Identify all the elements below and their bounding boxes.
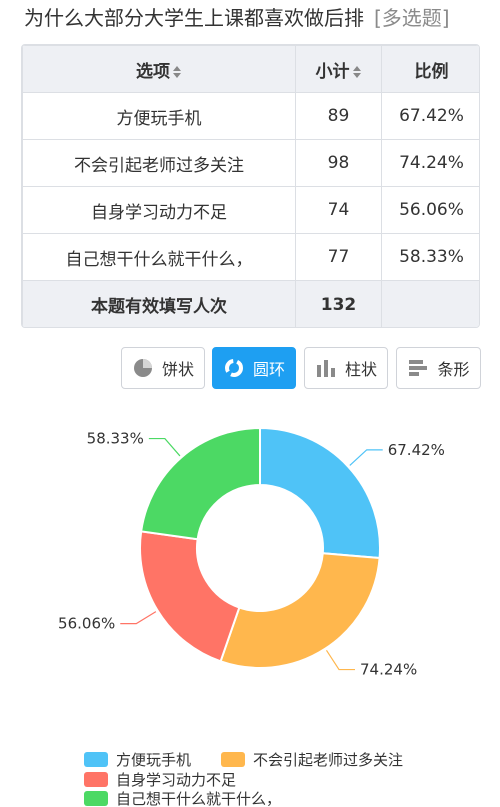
summary-ratio: [381, 280, 479, 327]
slice-label: 67.42%: [388, 441, 445, 459]
legend-swatch: [221, 751, 245, 767]
pie-chart-icon: [132, 357, 154, 379]
donut-chart-icon: [223, 357, 245, 379]
horizontal-bar-icon: [407, 357, 429, 379]
summary-count: 132: [295, 280, 382, 327]
slice-label: 74.24%: [360, 661, 417, 679]
option-cell: 自己想干什么就干什么，: [22, 233, 296, 281]
label-leader-line: [325, 649, 356, 671]
count-cell: 77: [295, 233, 382, 281]
ratio-cell: 67.42%: [381, 92, 479, 140]
ratio-cell: 58.33%: [381, 233, 479, 281]
summary-label: 本题有效填写人次: [22, 280, 296, 327]
table-summary-row: 本题有效填写人次 132: [22, 280, 479, 327]
legend-label: 自身学习动力不足: [116, 770, 237, 789]
option-cell: 方便玩手机: [22, 92, 296, 140]
ratio-cell: 56.06%: [381, 186, 479, 234]
legend-item[interactable]: 自己想干什么就干什么，: [84, 788, 281, 807]
table-row: 不会引起老师过多关注 98 74.24%: [22, 139, 479, 187]
sort-icon[interactable]: [173, 65, 182, 79]
label-leader-line: [148, 437, 181, 457]
legend-item[interactable]: 自身学习动力不足: [84, 769, 236, 789]
label-leader-line: [349, 449, 383, 466]
legend-swatch: [84, 771, 108, 787]
header-count[interactable]: 小计: [295, 45, 382, 93]
header-ratio-label: 比例: [414, 61, 449, 82]
question-title: 为什么大部分大学生上课都喜欢做后排 [多选题]: [24, 4, 494, 38]
legend-label: 不会引起老师过多关注: [253, 750, 404, 769]
donut-slice[interactable]: [259, 426, 381, 560]
donut-chart-label: 圆环: [252, 360, 285, 379]
question-type-tag: [多选题]: [374, 6, 450, 30]
donut-slice[interactable]: [219, 552, 381, 669]
slice-label: 56.06%: [58, 615, 115, 633]
count-cell: 98: [295, 139, 382, 187]
table-row: 自己想干什么就干什么， 77 58.33%: [22, 233, 479, 281]
donut-chart: 67.42% 74.24% 56.06% 58.33%: [58, 426, 445, 679]
table-header-row: 选项 小计 比例: [22, 45, 479, 93]
sort-icon[interactable]: [352, 65, 362, 79]
donut-chart-button[interactable]: 圆环: [212, 347, 296, 389]
ratio-cell: 74.24%: [381, 139, 479, 187]
slice-label: 58.33%: [87, 430, 144, 448]
chart-legend: 方便玩手机 不会引起老师过多关注 自身学习动力不足 自己想干什么就干什么，: [84, 746, 494, 807]
count-cell: 74: [295, 186, 382, 234]
header-option[interactable]: 选项: [22, 45, 296, 93]
header-option-label: 选项: [136, 61, 170, 82]
donut-slice[interactable]: [140, 426, 261, 541]
bar-chart-label: 柱状: [344, 360, 377, 379]
label-leader-line: [120, 611, 157, 625]
horizontal-bar-button[interactable]: 条形: [396, 347, 481, 389]
count-cell: 89: [295, 92, 382, 140]
bar-chart-icon: [315, 357, 337, 379]
legend-item[interactable]: 不会引起老师过多关注: [221, 749, 403, 769]
header-count-label: 小计: [315, 61, 350, 82]
question-text: 为什么大部分大学生上课都喜欢做后排: [24, 6, 364, 30]
bar-chart-button[interactable]: 柱状: [304, 347, 388, 389]
results-table: 选项 小计 比例 方便玩手机 89 67.42% 不会引起老师过多关注 98 7…: [21, 44, 480, 328]
header-ratio: 比例: [381, 45, 479, 93]
donut-slice[interactable]: [139, 530, 241, 663]
pie-chart-label: 饼状: [161, 360, 194, 379]
table-row: 方便玩手机 89 67.42%: [22, 92, 479, 140]
chart-type-switcher: 饼状 圆环 柱状 条形: [121, 347, 481, 389]
legend-label: 自己想干什么就干什么，: [116, 789, 282, 807]
legend-label: 方便玩手机: [116, 750, 192, 769]
option-cell: 不会引起老师过多关注: [22, 139, 296, 187]
legend-swatch: [84, 790, 108, 806]
table-row: 自身学习动力不足 74 56.06%: [22, 186, 479, 234]
legend-swatch: [84, 751, 108, 767]
horizontal-bar-label: 条形: [437, 360, 470, 379]
option-cell: 自身学习动力不足: [22, 186, 296, 234]
pie-chart-button[interactable]: 饼状: [121, 347, 205, 389]
legend-item[interactable]: 方便玩手机: [84, 749, 191, 769]
